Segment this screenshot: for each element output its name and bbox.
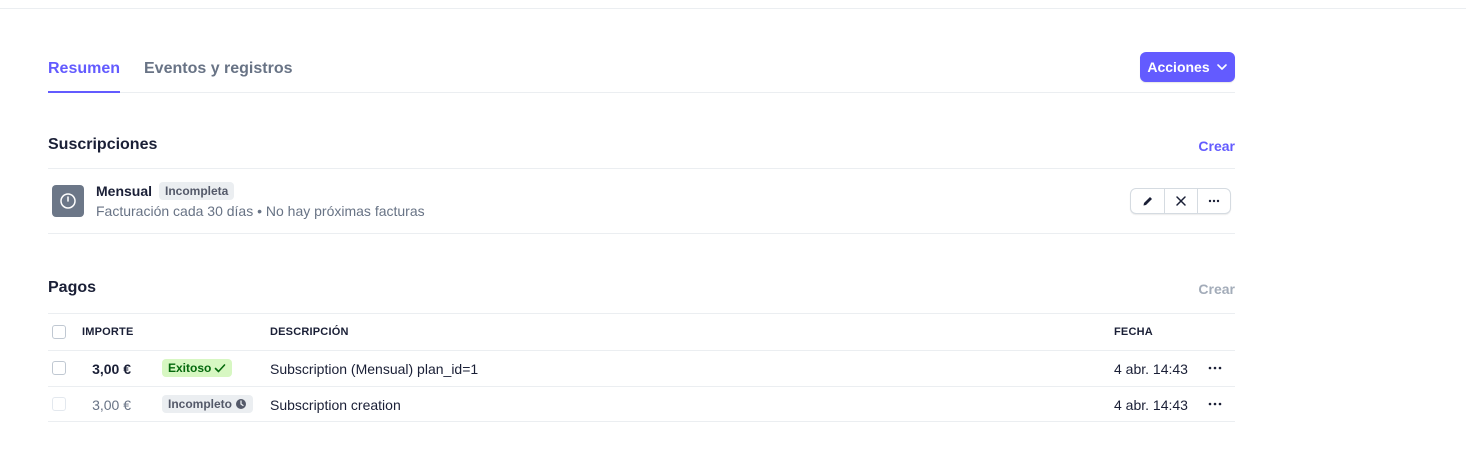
- status-badge: Incompleto: [162, 395, 254, 413]
- column-amount: IMPORTE: [82, 326, 134, 338]
- close-icon: [1176, 196, 1186, 206]
- payments-title: Pagos: [48, 279, 97, 296]
- more-button[interactable]: [1197, 189, 1230, 213]
- clock-icon: [236, 399, 247, 409]
- more-icon: [1208, 199, 1220, 203]
- payment-description: Subscription creation: [270, 397, 401, 413]
- table-row[interactable]: 3,00 € Exitoso Subscription (Mensual) pl…: [48, 351, 1235, 386]
- status-badge-label: Incompleto: [168, 397, 233, 411]
- tab-resumen[interactable]: Resumen: [48, 60, 121, 93]
- payment-date: 4 abr. 14:43: [1114, 397, 1188, 413]
- status-badge: Exitoso: [162, 359, 233, 377]
- row-more-button[interactable]: [1207, 397, 1223, 411]
- subscription-detail: Facturación cada 30 días • No hay próxim…: [96, 203, 425, 219]
- cancel-button[interactable]: [1164, 189, 1197, 213]
- status-badge-label: Exitoso: [168, 361, 212, 375]
- payment-date: 4 abr. 14:43: [1114, 361, 1188, 377]
- subscriptions-header: Suscripciones Crear: [48, 136, 1235, 156]
- tab-bar: Resumen Eventos y registros Acciones: [48, 52, 1235, 93]
- subscription-item[interactable]: Mensual Incompleta Facturación cada 30 d…: [48, 168, 1235, 233]
- edit-button[interactable]: [1131, 189, 1164, 213]
- subscriptions-title: Suscripciones: [48, 136, 158, 153]
- more-icon: [1208, 366, 1222, 370]
- more-icon: [1208, 402, 1222, 406]
- clock-icon: [52, 185, 84, 217]
- payments-table-header: IMPORTE DESCRIPCIÓN FECHA: [48, 314, 1235, 350]
- payment-description: Subscription (Mensual) plan_id=1: [270, 361, 479, 377]
- check-icon: [215, 364, 226, 373]
- payment-amount: 3,00 €: [92, 397, 131, 413]
- divider: [48, 233, 1235, 234]
- chevron-down-icon: [1216, 64, 1227, 70]
- column-description: DESCRIPCIÓN: [270, 326, 349, 338]
- create-payment-link[interactable]: Crear: [1198, 281, 1235, 297]
- divider: [48, 421, 1235, 422]
- table-row[interactable]: 3,00 € Incompleto Subscription creation …: [48, 387, 1235, 422]
- subscription-actions: [1130, 188, 1231, 214]
- actions-dropdown-button[interactable]: Acciones: [1140, 52, 1235, 82]
- status-badge: Incompleta: [159, 182, 235, 200]
- payment-amount: 3,00 €: [92, 361, 131, 377]
- payments-header: Pagos Crear: [48, 279, 1235, 299]
- status-badge-label: Incompleta: [165, 184, 229, 198]
- actions-label: Acciones: [1147, 59, 1210, 75]
- select-all-checkbox[interactable]: [52, 325, 66, 339]
- column-date: FECHA: [1114, 326, 1153, 338]
- tab-eventos-registros[interactable]: Eventos y registros: [144, 60, 293, 93]
- row-more-button[interactable]: [1207, 361, 1223, 375]
- subscription-name: Mensual: [96, 183, 153, 199]
- create-subscription-link[interactable]: Crear: [1198, 138, 1235, 154]
- top-divider: [0, 8, 1466, 9]
- pencil-icon: [1143, 197, 1152, 206]
